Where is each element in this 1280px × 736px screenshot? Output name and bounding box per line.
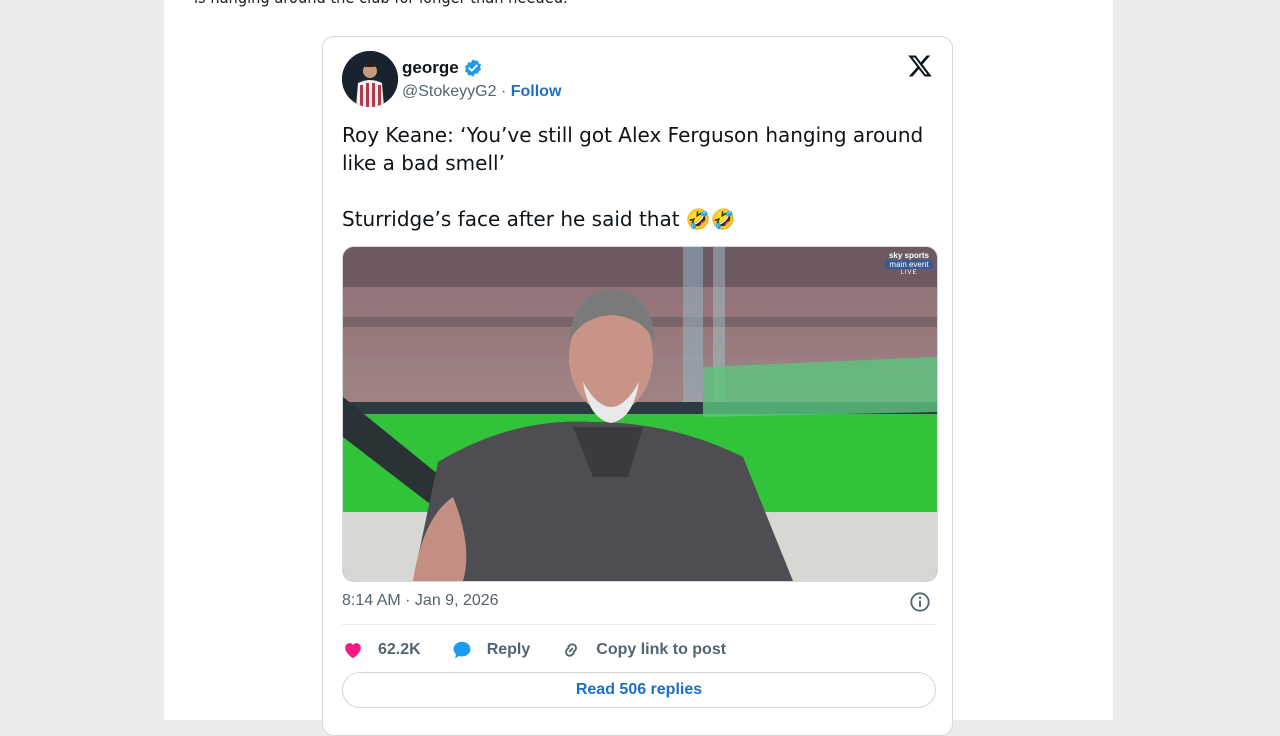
tweet-text-line2-text: Sturridge’s face after he said that bbox=[342, 207, 680, 231]
tweet-actions: 62.2K Reply Copy link to post bbox=[342, 637, 756, 663]
author-handle-row: @StokeyyG2 · Follow bbox=[402, 83, 561, 101]
broadcaster-logo: sky sports main event LIVE bbox=[885, 251, 933, 278]
divider bbox=[342, 624, 936, 625]
tweet-text-line2: Sturridge’s face after he said that 🤣🤣 bbox=[342, 205, 942, 233]
x-logo-icon[interactable] bbox=[907, 53, 933, 79]
copy-link-label: Copy link to post bbox=[596, 641, 727, 658]
follow-button[interactable]: Follow bbox=[511, 83, 562, 100]
tweet-timestamp[interactable]: 8:14 AM · Jan 9, 2026 bbox=[342, 592, 499, 610]
reply-button[interactable]: Reply bbox=[451, 639, 531, 661]
heart-icon bbox=[345, 643, 361, 659]
tweet-text-line1: Roy Keane: ‘You’ve still got Alex Fergus… bbox=[342, 123, 924, 175]
article-paragraph: is hanging around the club for longer th… bbox=[194, 0, 568, 8]
rolling-laughing-emoji: 🤣🤣 bbox=[685, 207, 736, 231]
tweet-text: Roy Keane: ‘You’ve still got Alex Fergus… bbox=[342, 121, 942, 233]
broadcaster-line3: LIVE bbox=[900, 270, 918, 276]
avatar[interactable] bbox=[342, 51, 398, 107]
speech-bubble-icon bbox=[453, 641, 471, 659]
broadcaster-line2: main event bbox=[885, 260, 933, 269]
like-count: 62.2K bbox=[378, 641, 421, 658]
author-handle[interactable]: @StokeyyG2 bbox=[402, 83, 497, 100]
handle-separator: · bbox=[500, 83, 507, 100]
verified-badge-icon bbox=[464, 59, 482, 77]
link-icon bbox=[565, 643, 578, 657]
like-button[interactable]: 62.2K bbox=[342, 639, 421, 661]
article-page: is hanging around the club for longer th… bbox=[164, 0, 1113, 736]
copy-link-button[interactable]: Copy link to post bbox=[560, 639, 726, 661]
author-name[interactable]: george bbox=[402, 58, 459, 78]
reply-label: Reply bbox=[486, 641, 531, 658]
broadcaster-line1: sky sports bbox=[888, 251, 930, 260]
info-icon[interactable] bbox=[909, 591, 931, 613]
media-illustration bbox=[343, 247, 937, 581]
embedded-tweet[interactable]: george @StokeyyG2 · Follow Roy Keane: ‘Y… bbox=[322, 36, 953, 736]
read-replies-button[interactable]: Read 506 replies bbox=[342, 672, 936, 708]
tweet-media-image[interactable]: sky sports main event LIVE bbox=[342, 246, 938, 582]
